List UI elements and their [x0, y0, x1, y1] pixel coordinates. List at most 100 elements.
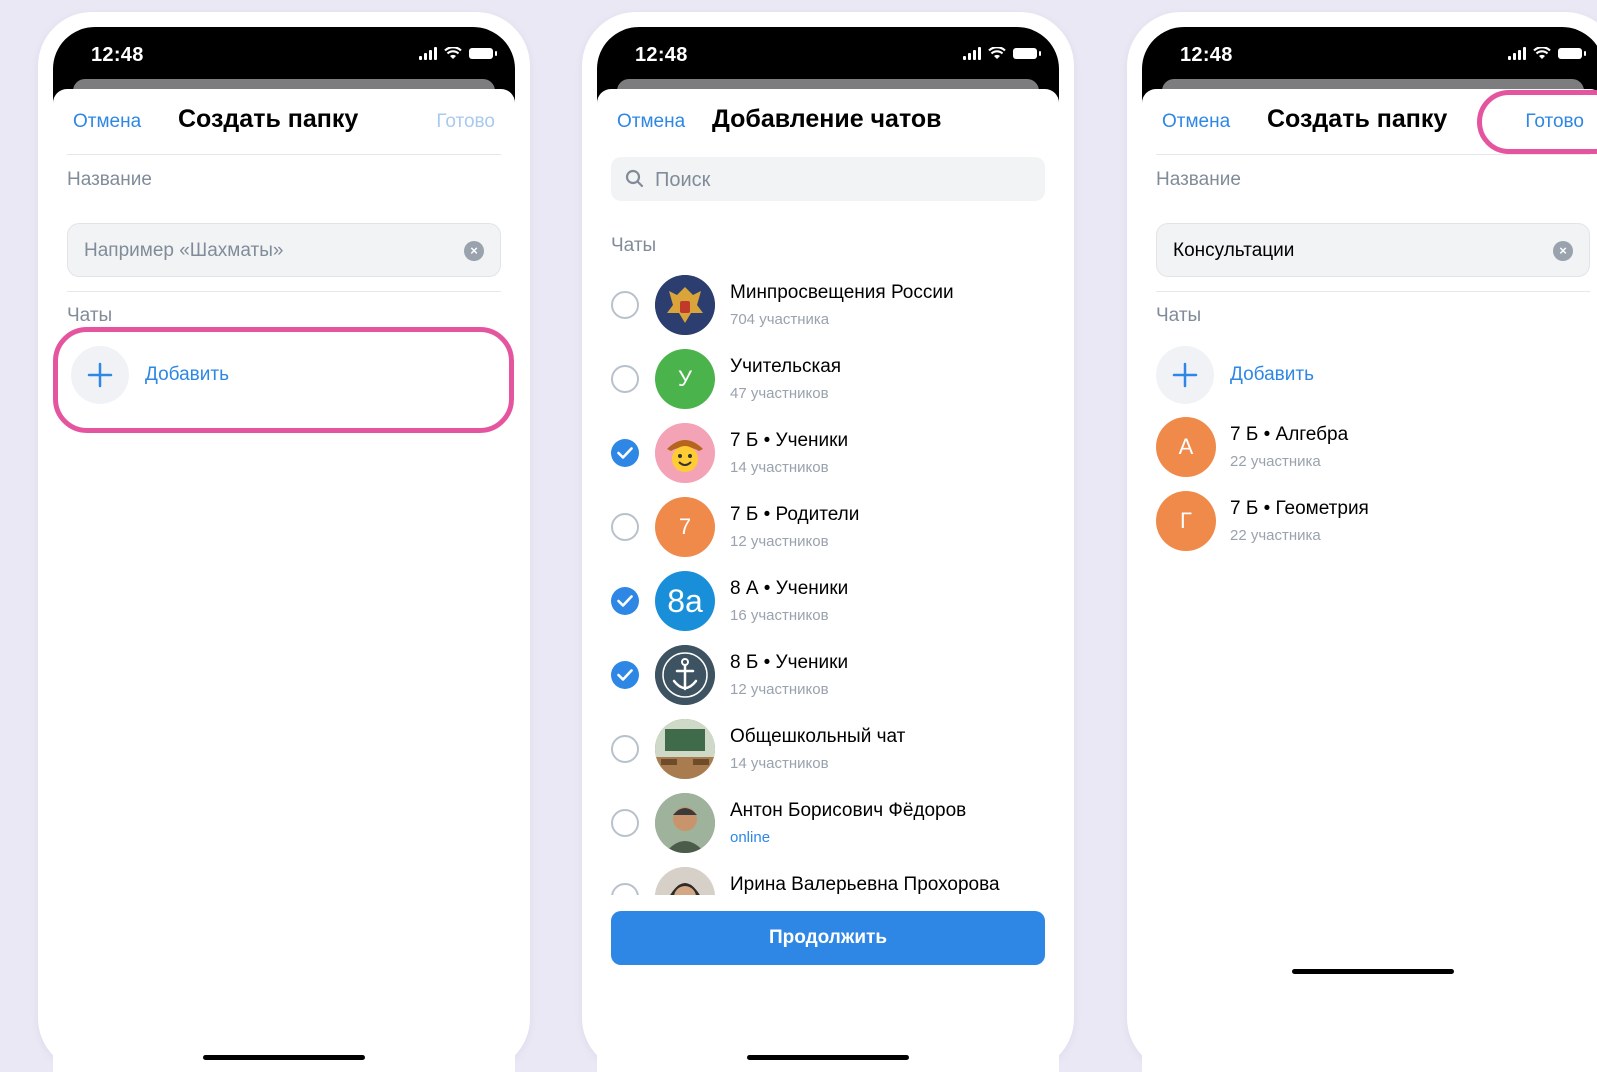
chat-name: Учительская — [730, 356, 842, 377]
anchor-avatar — [655, 645, 715, 705]
person-avatar — [655, 793, 715, 853]
chat-row[interactable]: Общешкольный чат 14 участников — [597, 713, 1059, 787]
highlight-add-button — [53, 327, 514, 433]
cancel-button[interactable]: Отмена — [1162, 111, 1230, 133]
wifi-icon — [444, 47, 462, 59]
chat-members: 704 участника — [730, 311, 830, 328]
cancel-button[interactable]: Отмена — [73, 111, 141, 133]
folder-name-field[interactable]: × — [67, 223, 501, 278]
chat-list: Минпросвещения России 704 участника У Уч… — [597, 269, 1059, 895]
checkbox[interactable] — [611, 883, 639, 895]
divider — [67, 291, 501, 292]
battery-icon — [1558, 48, 1586, 59]
chat-name: 7 Б • Ученики — [730, 430, 849, 451]
chat-members: 12 участников — [730, 681, 829, 698]
folder-name-input[interactable] — [1171, 224, 1535, 278]
cancel-button[interactable]: Отмена — [617, 111, 685, 133]
continue-button[interactable]: Продолжить — [611, 911, 1045, 965]
add-chats-sheet: Отмена Добавление чатов Чаты Минпросвеще… — [597, 89, 1059, 1072]
chat-row[interactable]: Антон Борисович Фёдоров online — [597, 787, 1059, 861]
create-folder-sheet: Отмена Создать папку Готово Название × Ч… — [53, 89, 515, 1072]
letter-avatar: Г — [1156, 491, 1216, 551]
home-indicator — [203, 1055, 365, 1060]
create-folder-sheet: Отмена Создать папку Готово Название × Ч… — [1142, 89, 1597, 1072]
page-title: Создать папку — [1267, 105, 1448, 133]
chat-row[interactable]: У Учительская 47 участников — [597, 343, 1059, 417]
chat-row[interactable]: Минпросвещения России 704 участника — [597, 269, 1059, 343]
divider — [1156, 291, 1590, 292]
letter-avatar: У — [655, 349, 715, 409]
phone-screen: 12:48 Отмена Создать папку Готово Назван… — [1142, 27, 1597, 1072]
letter-avatar: 7 — [655, 497, 715, 557]
divider — [1156, 154, 1590, 155]
classroom-avatar — [655, 719, 715, 779]
chat-name: 8 Б • Ученики — [730, 652, 849, 673]
selected-chat-row[interactable]: Г 7 Б • Геометрия 22 участника — [1142, 485, 1597, 559]
letter-avatar: А — [1156, 417, 1216, 477]
letter-avatar: 8a — [655, 571, 715, 631]
name-section-label: Название — [1156, 169, 1241, 190]
checkbox[interactable] — [611, 291, 639, 319]
clear-icon[interactable]: × — [1553, 241, 1573, 261]
folder-name-input[interactable] — [82, 224, 446, 278]
signal-icon — [963, 47, 981, 60]
selected-chat-row[interactable]: А 7 Б • Алгебра 22 участника — [1142, 411, 1597, 485]
chat-name: Общешкольный чат — [730, 726, 906, 747]
checkbox[interactable] — [611, 809, 639, 837]
chat-row[interactable]: 7 Б • Ученики 14 участников — [597, 417, 1059, 491]
chat-name: Ирина Валерьевна Прохорова — [730, 874, 1000, 895]
search-input[interactable] — [653, 157, 1017, 203]
chat-name: 7 Б • Геометрия — [1230, 498, 1369, 519]
phone-screen: 12:48 Отмена Создать папку Готово Назван… — [53, 27, 515, 1072]
phone-screen: 12:48 Отмена Добавление чатов Чаты — [597, 27, 1059, 1072]
chat-name: 7 Б • Алгебра — [1230, 424, 1349, 445]
chat-row[interactable]: 7 7 Б • Родители 12 участников — [597, 491, 1059, 565]
chats-section-label: Чаты — [611, 235, 657, 256]
phone-create-folder-filled: 12:48 Отмена Создать папку Готово Назван… — [1127, 12, 1597, 1072]
name-section-label: Название — [67, 169, 152, 190]
clear-icon[interactable]: × — [464, 241, 484, 261]
search-field[interactable] — [611, 157, 1045, 203]
status-icons — [419, 47, 497, 60]
chat-members: 14 участников — [730, 755, 829, 772]
add-chat-button[interactable]: Добавить — [1156, 345, 1314, 405]
search-icon — [625, 169, 644, 188]
chat-row[interactable]: 8 Б • Ученики 12 участников — [597, 639, 1059, 713]
done-button[interactable]: Готово — [436, 111, 495, 133]
checkbox-checked[interactable] — [611, 661, 639, 689]
nav-bar: Отмена Добавление чатов — [597, 89, 1059, 151]
folder-name-field[interactable]: × — [1156, 223, 1590, 278]
page-title: Добавление чатов — [712, 105, 942, 133]
chat-members: 47 участников — [730, 385, 829, 402]
chat-members: 22 участника — [1230, 453, 1321, 470]
checkbox-checked[interactable] — [611, 587, 639, 615]
add-chat-label: Добавить — [1230, 364, 1314, 385]
chat-name: Минпросвещения России — [730, 282, 954, 303]
checkbox[interactable] — [611, 365, 639, 393]
nav-bar: Отмена Создать папку Готово — [53, 89, 515, 151]
phone-add-chats: 12:48 Отмена Добавление чатов Чаты — [582, 12, 1074, 1072]
status-time: 12:48 — [91, 44, 144, 66]
page-title: Создать папку — [178, 105, 359, 133]
checkbox[interactable] — [611, 513, 639, 541]
chat-members: 14 участников — [730, 459, 829, 476]
online-status: online — [730, 829, 771, 846]
status-icons — [963, 47, 1041, 60]
status-time: 12:48 — [1180, 44, 1233, 66]
checkbox-checked[interactable] — [611, 439, 639, 467]
home-indicator — [747, 1055, 909, 1060]
emoji-avatar — [655, 423, 715, 483]
chats-section-label: Чаты — [1156, 305, 1202, 326]
chat-name: Антон Борисович Фёдоров — [730, 800, 967, 821]
chat-row[interactable]: 8a 8 А • Ученики 16 участников — [597, 565, 1059, 639]
wifi-icon — [988, 47, 1006, 59]
emblem-avatar — [655, 275, 715, 335]
wifi-icon — [1533, 47, 1551, 59]
chat-row[interactable]: Ирина Валерьевна Прохорова — [597, 861, 1059, 895]
person-avatar — [655, 867, 715, 895]
highlight-done-button — [1477, 90, 1597, 154]
home-indicator — [1292, 969, 1454, 974]
signal-icon — [419, 47, 437, 60]
divider — [67, 154, 501, 155]
checkbox[interactable] — [611, 735, 639, 763]
